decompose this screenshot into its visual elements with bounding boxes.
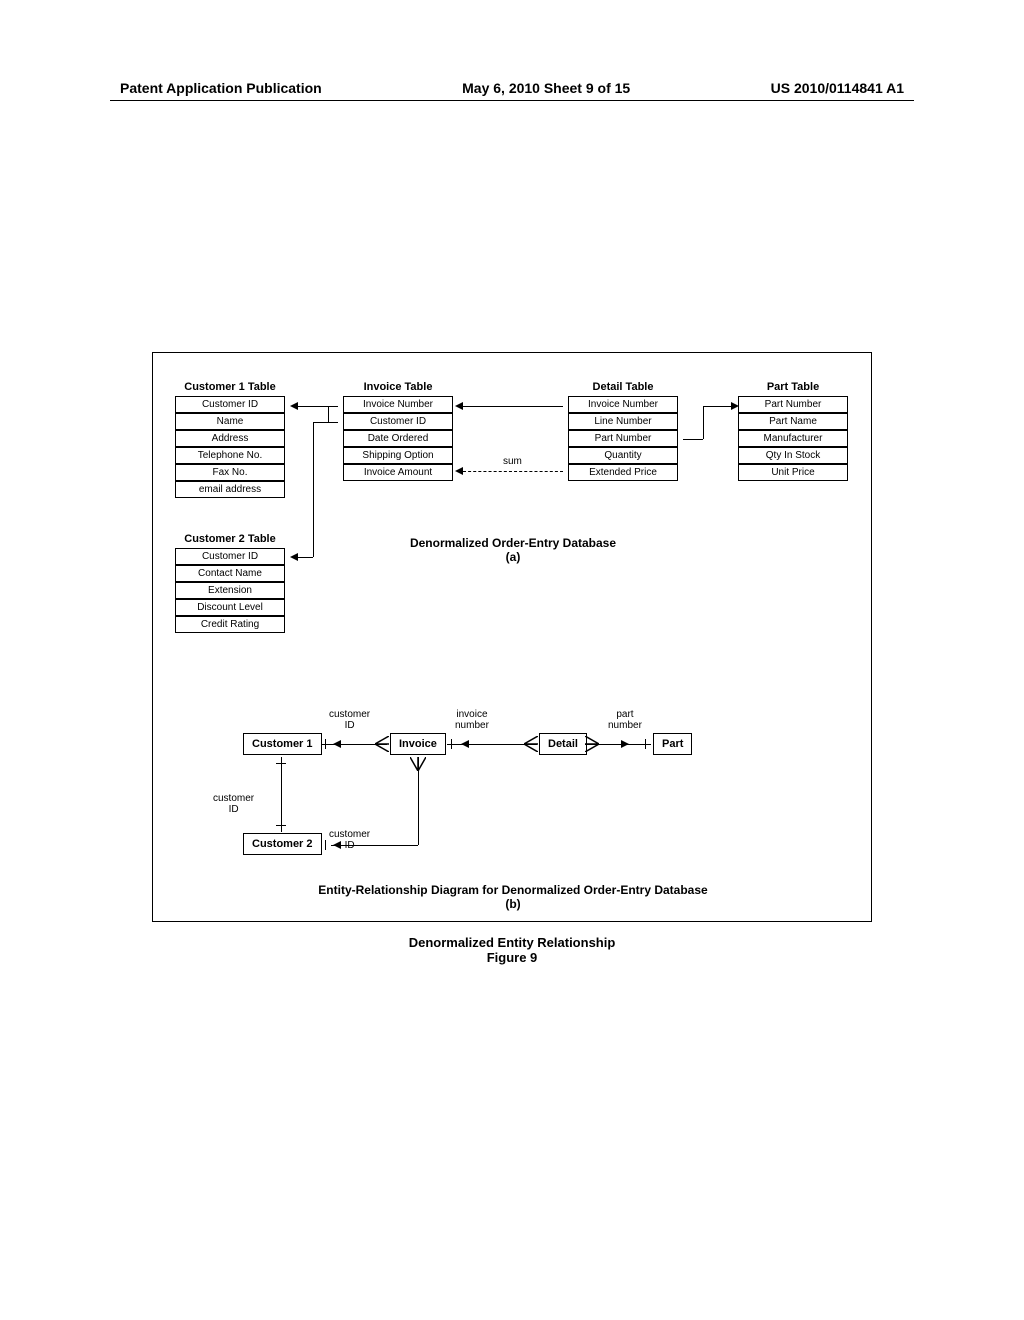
figure-title: Denormalized Entity Relationship [152, 935, 872, 950]
tick-icon [325, 840, 326, 850]
crowfoot-icon [585, 736, 599, 752]
caption-b-line1: Entity-Relationship Diagram for Denormal… [253, 883, 773, 897]
connector [463, 406, 563, 407]
table-row: Manufacturer [738, 430, 848, 447]
er-label-part-number: partnumber [608, 709, 642, 731]
er-label-customer-id: customerID [329, 709, 370, 731]
connector [331, 845, 418, 846]
er-invoice: Invoice [390, 733, 446, 755]
customer1-table: Customer 1 Table Customer ID Name Addres… [175, 381, 285, 498]
arrow-left-icon [461, 740, 469, 748]
connector [313, 422, 314, 557]
er-label-invoice-number: invoicenumber [455, 709, 489, 731]
caption-b: Entity-Relationship Diagram for Denormal… [253, 883, 773, 911]
caption-a-line2: (a) [378, 550, 648, 564]
table-row: Extended Price [568, 464, 678, 481]
caption-a-line1: Denormalized Order-Entry Database [378, 536, 648, 550]
table-row: Customer ID [175, 396, 285, 413]
diagram-frame: Customer 1 Table Customer ID Name Addres… [152, 352, 872, 922]
table-row: Line Number [568, 413, 678, 430]
er-part: Part [653, 733, 692, 755]
invoice-table: Invoice Table Invoice Number Customer ID… [343, 381, 453, 481]
tick-icon [645, 739, 646, 749]
tick-icon [451, 739, 452, 749]
arrow-left-icon [333, 841, 341, 849]
connector [298, 557, 313, 558]
table-row: Credit Rating [175, 616, 285, 633]
arrow-left-icon [290, 553, 298, 561]
table-row: Fax No. [175, 464, 285, 481]
header-right: US 2010/0114841 A1 [771, 80, 904, 96]
er-customer1: Customer 1 [243, 733, 322, 755]
table-row: Part Name [738, 413, 848, 430]
table-row: Name [175, 413, 285, 430]
customer2-table: Customer 2 Table Customer ID Contact Nam… [175, 533, 285, 633]
header-left: Patent Application Publication [120, 80, 322, 96]
customer1-title: Customer 1 Table [175, 381, 285, 393]
connector [703, 406, 733, 407]
table-row: Customer ID [343, 413, 453, 430]
table-row: Invoice Number [343, 396, 453, 413]
figure-caption: Denormalized Entity Relationship Figure … [152, 935, 872, 965]
er-label-customer-id-2: customerID [213, 793, 254, 815]
header-rule [110, 100, 914, 101]
arrow-right-icon [731, 402, 739, 410]
connector [328, 406, 329, 422]
table-row: Customer ID [175, 548, 285, 565]
arrow-left-icon [290, 402, 298, 410]
table-row: Part Number [738, 396, 848, 413]
connector [313, 422, 338, 423]
er-detail: Detail [539, 733, 587, 755]
table-row: Telephone No. [175, 447, 285, 464]
table-row: Qty In Stock [738, 447, 848, 464]
arrow-left-icon [333, 740, 341, 748]
table-row: Invoice Amount [343, 464, 453, 481]
part-title: Part Table [738, 381, 848, 393]
crowfoot-icon [410, 757, 426, 771]
table-row: Invoice Number [568, 396, 678, 413]
table-row: Unit Price [738, 464, 848, 481]
table-row: Shipping Option [343, 447, 453, 464]
caption-a: Denormalized Order-Entry Database (a) [378, 536, 648, 564]
part-table: Part Table Part Number Part Name Manufac… [738, 381, 848, 481]
page-header: Patent Application Publication May 6, 20… [0, 80, 1024, 96]
table-row: Contact Name [175, 565, 285, 582]
connector-dashed [463, 471, 563, 472]
connector-tick [276, 825, 286, 826]
table-row: Quantity [568, 447, 678, 464]
crowfoot-icon [375, 736, 389, 752]
table-row: Date Ordered [343, 430, 453, 447]
connector [298, 406, 338, 407]
table-row: Address [175, 430, 285, 447]
arrow-left-icon [455, 402, 463, 410]
header-center: May 6, 2010 Sheet 9 of 15 [462, 80, 630, 96]
arrow-right-icon [621, 740, 629, 748]
er-customer2: Customer 2 [243, 833, 322, 855]
table-row: Discount Level [175, 599, 285, 616]
figure-number: Figure 9 [152, 950, 872, 965]
connector [703, 406, 704, 439]
detail-title: Detail Table [568, 381, 678, 393]
connector-tick [276, 763, 286, 764]
caption-b-line2: (b) [253, 897, 773, 911]
arrow-left-icon [455, 467, 463, 475]
connector [281, 757, 282, 832]
sum-label: sum [503, 456, 522, 467]
customer2-title: Customer 2 Table [175, 533, 285, 545]
tick-icon [325, 739, 326, 749]
connector [683, 439, 703, 440]
table-row: email address [175, 481, 285, 498]
detail-table: Detail Table Invoice Number Line Number … [568, 381, 678, 481]
table-row: Extension [175, 582, 285, 599]
table-row: Part Number [568, 430, 678, 447]
invoice-title: Invoice Table [343, 381, 453, 393]
crowfoot-icon [524, 736, 538, 752]
